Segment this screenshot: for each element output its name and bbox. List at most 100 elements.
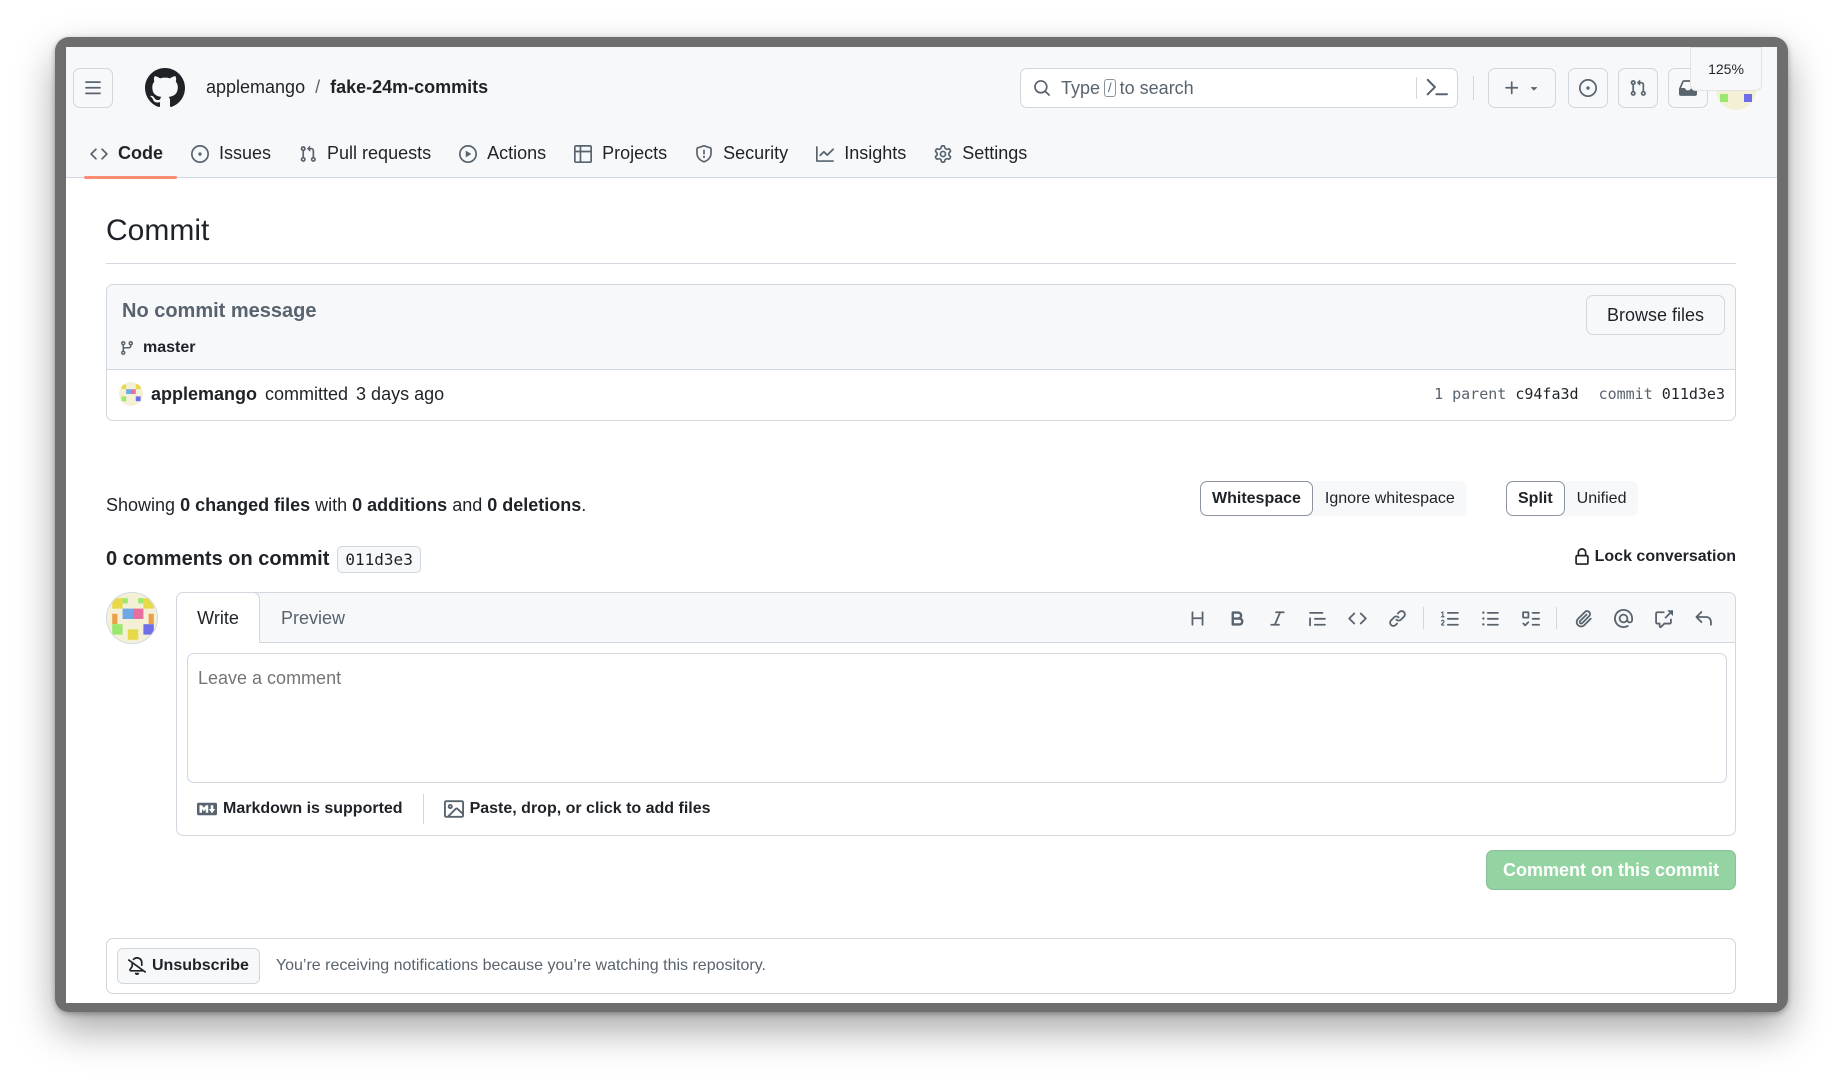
unsubscribe-button[interactable]: Unsubscribe bbox=[117, 948, 260, 984]
link-button[interactable] bbox=[1377, 606, 1417, 630]
tab-projects-label: Projects bbox=[602, 143, 668, 163]
attach-button[interactable] bbox=[1563, 606, 1603, 630]
browse-files-button[interactable]: Browse files bbox=[1585, 295, 1725, 335]
mention-icon bbox=[1613, 608, 1633, 628]
owner-link[interactable]: applemango bbox=[206, 77, 305, 98]
browser-window: applemango / fake-24m-commits Type / to … bbox=[66, 47, 1777, 1003]
paperclip-icon bbox=[1575, 609, 1592, 627]
commit-message: No commit message bbox=[122, 300, 317, 322]
lock-icon bbox=[1574, 548, 1589, 565]
cross-reference-icon bbox=[1654, 609, 1673, 628]
whitespace-button[interactable]: Whitespace bbox=[1200, 481, 1313, 516]
parent-info: 1 parent c94fa3d bbox=[1434, 385, 1579, 403]
commit-time[interactable]: 3 days ago bbox=[356, 384, 444, 405]
toolbar-divider bbox=[1556, 607, 1557, 629]
task-list-button[interactable] bbox=[1510, 606, 1550, 630]
search-placeholder-prefix: Type bbox=[1061, 77, 1101, 98]
tab-issues[interactable]: Issues bbox=[177, 129, 285, 178]
quote-button[interactable] bbox=[1297, 606, 1337, 630]
commit-label: commit bbox=[1598, 385, 1653, 403]
mention-button[interactable] bbox=[1603, 606, 1643, 630]
tab-write[interactable]: Write bbox=[177, 593, 260, 643]
search-divider bbox=[1416, 77, 1417, 99]
tab-preview[interactable]: Preview bbox=[281, 593, 345, 643]
cross-reference-button[interactable] bbox=[1643, 606, 1683, 630]
diffstat-additions: 0 additions bbox=[352, 495, 448, 515]
commenter-avatar bbox=[106, 592, 158, 644]
lock-conversation-label: Lock conversation bbox=[1594, 548, 1736, 565]
parent-sha-link[interactable]: c94fa3d bbox=[1515, 385, 1578, 403]
unsubscribe-label: Unsubscribe bbox=[152, 957, 249, 974]
create-new-button[interactable] bbox=[1488, 68, 1556, 108]
author-avatar[interactable] bbox=[119, 382, 143, 406]
tab-security[interactable]: Security bbox=[681, 129, 802, 178]
command-palette-icon[interactable] bbox=[1426, 76, 1448, 98]
menu-button[interactable] bbox=[73, 68, 113, 108]
unordered-list-button[interactable] bbox=[1470, 606, 1510, 630]
git-pull-request-icon bbox=[1630, 79, 1646, 96]
hamburger-icon bbox=[85, 81, 101, 95]
diffstat-deletions: 0 deletions bbox=[487, 495, 582, 515]
heading-icon bbox=[1191, 610, 1203, 626]
bold-button[interactable] bbox=[1217, 606, 1257, 630]
tab-security-label: Security bbox=[723, 143, 789, 163]
editor-header: Write Preview bbox=[177, 593, 1735, 643]
issues-button[interactable] bbox=[1568, 68, 1608, 108]
commit-sha: 011d3e3 bbox=[1661, 385, 1725, 403]
lock-conversation-button[interactable]: Lock conversation bbox=[1573, 548, 1736, 566]
diffstat-with: with bbox=[315, 495, 348, 515]
tab-projects[interactable]: Projects bbox=[560, 129, 681, 178]
tab-pull-requests-label: Pull requests bbox=[327, 143, 432, 163]
github-logo-icon[interactable] bbox=[145, 68, 185, 108]
heading-button[interactable] bbox=[1177, 606, 1217, 630]
pull-requests-button[interactable] bbox=[1618, 68, 1658, 108]
diff-view-toggle: Split Unified bbox=[1506, 481, 1639, 516]
comment-submit-button[interactable]: Comment on this commit bbox=[1485, 850, 1736, 890]
issue-opened-icon bbox=[1579, 79, 1597, 97]
tab-settings[interactable]: Settings bbox=[920, 129, 1041, 178]
comment-textarea[interactable] bbox=[187, 653, 1727, 783]
diffstat-showing: Showing bbox=[106, 495, 176, 515]
tab-actions[interactable]: Actions bbox=[445, 129, 560, 178]
footer-divider bbox=[422, 794, 424, 824]
tab-pull-requests[interactable]: Pull requests bbox=[285, 129, 445, 178]
plus-icon bbox=[1505, 81, 1519, 95]
bold-icon bbox=[1231, 610, 1243, 626]
italic-button[interactable] bbox=[1257, 606, 1297, 630]
comment-editor: Write Preview Leave a comment Markdown i… bbox=[176, 592, 1736, 836]
markdown-icon bbox=[197, 802, 217, 816]
tab-settings-label: Settings bbox=[962, 143, 1028, 163]
search-icon bbox=[1034, 80, 1050, 96]
search-input[interactable]: Type / to search bbox=[1020, 68, 1458, 108]
repo-nav-tabs: Code Issues Pull requests Actions Projec… bbox=[76, 129, 1041, 179]
whitespace-toggle: Whitespace Ignore whitespace bbox=[1200, 481, 1467, 516]
reply-button[interactable] bbox=[1683, 606, 1723, 630]
commit-author[interactable]: applemango bbox=[151, 384, 257, 405]
parent-label: 1 parent bbox=[1434, 385, 1507, 403]
identicon-icon bbox=[119, 382, 143, 406]
link-icon bbox=[1388, 609, 1406, 627]
editor-footer: Markdown is supported Paste, drop, or cl… bbox=[197, 791, 711, 827]
play-icon bbox=[459, 144, 478, 163]
tab-code[interactable]: Code bbox=[76, 129, 177, 179]
page-title: Commit bbox=[106, 214, 1736, 264]
branch-label[interactable]: master bbox=[119, 339, 195, 357]
code-icon bbox=[90, 147, 108, 160]
repo-link[interactable]: fake-24m-commits bbox=[330, 77, 488, 98]
commit-info: commit 011d3e3 bbox=[1599, 385, 1725, 403]
ignore-whitespace-button[interactable]: Ignore whitespace bbox=[1313, 481, 1467, 516]
image-icon bbox=[443, 800, 464, 818]
attach-note: Paste, drop, or click to add files bbox=[469, 800, 711, 817]
markdown-support-link[interactable]: Markdown is supported bbox=[197, 799, 403, 819]
tab-insights[interactable]: Insights bbox=[802, 129, 920, 178]
italic-icon bbox=[1269, 610, 1285, 626]
ordered-list-button[interactable] bbox=[1430, 606, 1470, 630]
table-icon bbox=[574, 144, 593, 163]
attach-files-area[interactable]: Paste, drop, or click to add files bbox=[443, 799, 711, 819]
issue-icon bbox=[191, 144, 209, 163]
unified-view-button[interactable]: Unified bbox=[1565, 481, 1639, 516]
diffstat-changed-files: 0 changed files bbox=[180, 495, 311, 515]
split-view-button[interactable]: Split bbox=[1506, 481, 1565, 516]
shield-icon bbox=[696, 144, 713, 163]
code-button[interactable] bbox=[1337, 606, 1377, 630]
